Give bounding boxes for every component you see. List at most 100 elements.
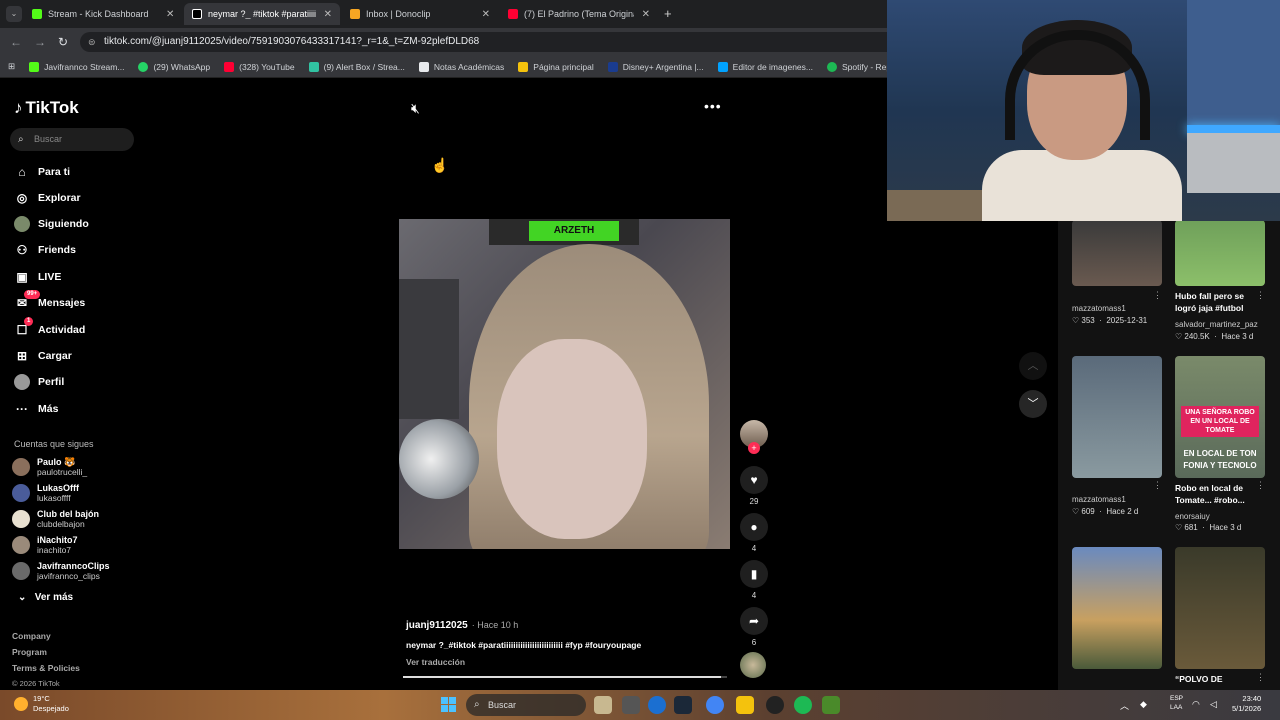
bookmark-item[interactable]: Página principal [518,61,594,72]
see-more-button[interactable]: ⌄ Ver más [18,592,73,603]
following-account[interactable]: Paulo 🐯 paulotrucelli_ [12,457,87,477]
forward-icon[interactable]: → [34,35,46,49]
bookmark-item[interactable]: Editor de imagenes... [717,61,813,72]
tab-kick[interactable]: Stream - Kick Dashboard ✕ [24,3,184,25]
card-title[interactable]: Robo en local de Tomate... #robo... [1175,482,1265,506]
new-tab-button[interactable]: + [664,6,672,21]
comment-button[interactable]: ● 4 [740,513,768,553]
editor-icon [717,61,728,72]
nav-cargar[interactable]: ⊞ Cargar [14,348,72,364]
edge-icon[interactable] [648,696,666,714]
like-button[interactable]: ♥ 29 [740,466,768,506]
tab-search-button[interactable]: ⌄ [6,6,22,22]
nav-actividad[interactable]: ☐ 1 Actividad [14,317,85,338]
close-icon[interactable]: ✕ [642,9,650,20]
wifi-icon[interactable]: ◠ [1192,699,1200,710]
file-explorer-icon[interactable] [736,696,754,714]
card-user[interactable]: mazzatomass1 [1072,495,1126,504]
save-button[interactable]: ▮ 4 [740,560,768,600]
nav-mas[interactable]: ··· Más [14,401,58,417]
streamlabs-icon [308,61,319,72]
nav-perfil[interactable]: Perfil [14,374,64,390]
card-title[interactable]: Hubo fall pero se logró jaja #futbol [1175,290,1265,314]
more-options-icon[interactable]: ⋮ [1153,480,1162,491]
bookmark-item[interactable]: Disney+ Argentina |... [607,61,704,72]
nav-explorar[interactable]: ◎ Explorar [14,190,81,206]
reload-icon[interactable]: ↻ [58,35,68,49]
taskbar-search[interactable]: ⌕ Buscar [466,694,586,716]
card-user[interactable]: mazzatomass1 [1072,304,1126,313]
bookmark-item[interactable]: Javifrannco Stream... [29,61,124,72]
volume-icon[interactable]: ◁ [1210,699,1217,710]
card-user[interactable]: enorsaiuy [1175,512,1210,521]
obs-icon[interactable] [766,696,784,714]
follow-plus-icon[interactable]: + [748,442,760,454]
music-disc[interactable] [740,652,766,678]
clock[interactable]: 23:40 5/1/2026 [1232,694,1261,714]
spotify-icon[interactable] [794,696,812,714]
nav-friends[interactable]: ⚇ Friends [14,242,76,258]
video-thumbnail[interactable] [1072,356,1162,478]
bookmark-item[interactable]: Notas Académicas [418,61,504,72]
close-icon[interactable]: ✕ [324,9,332,20]
video-thumbnail[interactable] [1175,220,1265,286]
url-field[interactable]: ⊜ tiktok.com/@juanj9112025/video/7591903… [80,32,940,52]
card-likes: 681 [1184,523,1198,532]
more-options-icon[interactable]: ⋮ [1153,290,1162,301]
share-button[interactable]: ➦ 6 [740,607,768,647]
video-player[interactable]: ARZETH [399,219,730,549]
video-progress-bar[interactable] [403,676,727,678]
video-author[interactable]: juanj9112025 · Hace 10 h [406,620,518,631]
weather-widget[interactable]: 19°C Despejado [33,694,69,714]
task-view-icon[interactable] [622,696,640,714]
video-thumbnail[interactable]: UNA SEÑORA ROBO EN UN LOCAL DE TOMATE EN… [1175,356,1265,478]
tray-chevron-icon[interactable]: ︿ [1120,699,1129,712]
footer-program[interactable]: Program [12,647,47,657]
card-meta: ♡ 681 · Hace 3 d [1175,523,1242,532]
nav-para-ti[interactable]: ⌂ Para ti [14,164,70,180]
footer-terms[interactable]: Terms & Policies [12,663,80,673]
nav-siguiendo[interactable]: Siguiendo [14,216,89,232]
following-account[interactable]: JavifranncoClips javifrannco_clips [12,561,110,581]
next-video-button[interactable]: ﹀ [1019,390,1047,418]
video-thumbnail[interactable] [1175,547,1265,669]
start-button[interactable] [441,697,456,712]
search-input[interactable]: ⌕ Buscar [10,128,134,151]
tiktok-logo[interactable]: ♪ TikTok [14,98,79,118]
more-options-icon[interactable]: ••• [704,98,722,114]
back-icon[interactable]: ← [10,35,22,49]
video-thumbnail[interactable] [1072,220,1162,286]
footer-company[interactable]: Company [12,631,51,641]
video-background-shelf [399,279,459,419]
bookmark-item[interactable]: (328) YouTube [224,61,295,72]
following-account[interactable]: iNachito7 inachito7 [12,535,78,555]
app-icon[interactable] [594,696,612,714]
steam-icon[interactable] [674,696,692,714]
site-info-icon[interactable]: ⊜ [88,32,96,52]
translate-link[interactable]: Ver traducción [406,657,465,667]
card-user[interactable]: salvador_martinez_paz [1175,320,1258,329]
weather-icon[interactable] [14,697,28,711]
close-icon[interactable]: ✕ [166,9,174,20]
tab-youtube[interactable]: (7) El Padrino (Tema Original)/T ✕ [500,3,658,25]
apps-icon[interactable]: ⊞ [8,61,15,72]
bookmark-label: Editor de imagenes... [732,61,813,72]
nav-mensajes[interactable]: ✉ 99+ Mensajes [14,290,85,311]
card-title[interactable]: “POLVO DE [1175,673,1265,685]
tab-tiktok[interactable]: neymar ?_ #tiktok #paratiiiiiiiiii ✕ [184,3,340,25]
close-icon[interactable]: ✕ [482,9,490,20]
bookmark-item[interactable]: (29) WhatsApp [138,61,210,72]
bookmark-item[interactable]: (9) Alert Box / Strea... [308,61,405,72]
tray-app-icon[interactable]: ◆ [1140,699,1147,710]
nav-live[interactable]: ▣ LIVE [14,269,61,285]
language-indicator[interactable]: ESP LAA [1170,694,1183,712]
video-thumbnail[interactable] [1072,547,1162,669]
minecraft-icon[interactable] [822,696,840,714]
muted-speaker-icon[interactable]: 🔇︎ [411,100,420,117]
kick-icon [32,9,42,19]
tab-donoclip[interactable]: Inbox | Donoclip ✕ [342,3,498,25]
following-account[interactable]: LukasOfff lukasoffff [12,483,79,503]
following-account[interactable]: Club del bajón clubdelbajon [12,509,99,529]
chrome-icon[interactable] [706,696,724,714]
previous-video-button[interactable]: ︿ [1019,352,1047,380]
